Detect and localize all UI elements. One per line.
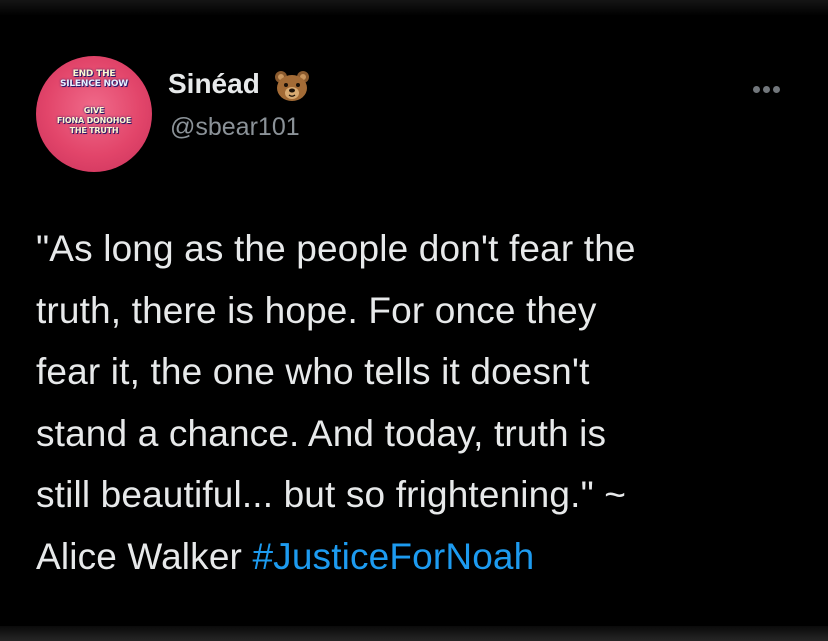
bottom-edge — [0, 626, 828, 641]
dot — [763, 86, 770, 93]
avatar-text: SILENCE NOW — [59, 79, 129, 89]
avatar-text: END THE — [72, 69, 116, 79]
more-options-icon[interactable] — [744, 80, 788, 100]
hashtag-link[interactable]: #JusticeForNoah — [252, 536, 534, 577]
dot — [773, 86, 780, 93]
tweet-text: "As long as the people don't fear the tr… — [36, 218, 816, 587]
user-handle[interactable]: @sbear101 — [170, 113, 300, 142]
tweet-text-line: truth, there is hope. For once they — [36, 289, 597, 331]
dot — [753, 86, 760, 93]
tweet-text-line: fear it, the one who tells it doesn't — [36, 351, 590, 392]
bear-face-icon — [275, 71, 309, 101]
avatar-text: THE TRUTH — [69, 126, 119, 135]
avatar-text: GIVE — [83, 106, 105, 115]
tweet-text-line: Alice Walker #JusticeForNoah — [36, 526, 816, 588]
avatar-text: FIONA DONOHOE — [56, 116, 132, 125]
tweet-text-line: stand a chance. And today, truth is — [36, 412, 607, 454]
display-name[interactable]: Sinéad — [168, 68, 260, 100]
attribution-text: Alice Walker — [36, 535, 253, 577]
tweet-text-line: still beautiful... but so frightening." … — [36, 474, 627, 515]
tweet: END THE SILENCE NOW GIVE FIONA DONOHOE T… — [0, 0, 828, 641]
tweet-text-line: "As long as the people don't fear the — [36, 228, 636, 269]
avatar[interactable]: END THE SILENCE NOW GIVE FIONA DONOHOE T… — [36, 56, 152, 172]
